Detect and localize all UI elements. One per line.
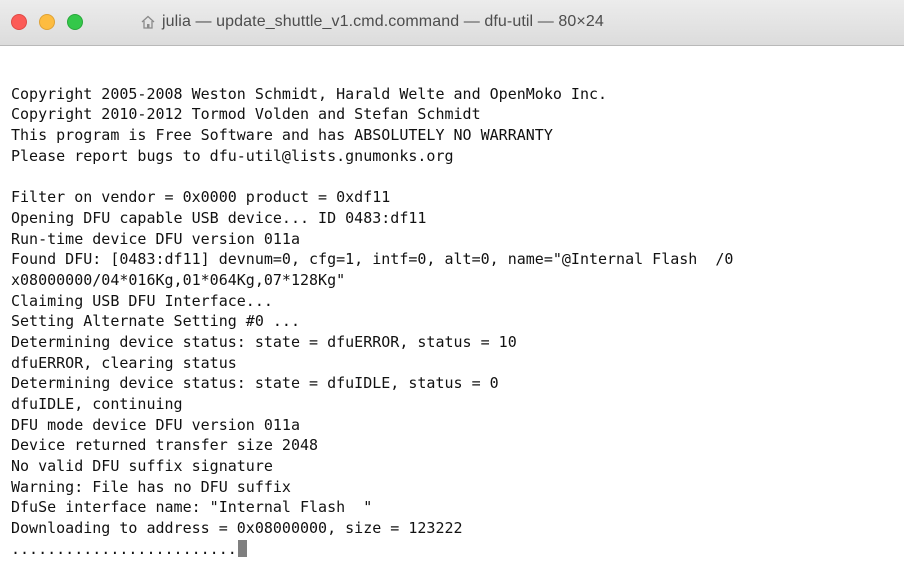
terminal-line-text: This program is Free Software and has AB…: [11, 126, 553, 145]
terminal-line-text: No valid DFU suffix signature: [11, 457, 273, 476]
terminal-line-text: Copyright 2005-2008 Weston Schmidt, Hara…: [11, 84, 608, 103]
terminal-line-text: Determining device status: state = dfuID…: [11, 374, 499, 393]
window-title-group: julia — update_shuttle_v1.cmd.command — …: [140, 11, 604, 33]
terminal-line: This program is Free Software and has AB…: [11, 125, 904, 146]
terminal-line-text: Copyright 2010-2012 Tormod Volden and St…: [11, 105, 481, 124]
terminal-line-text: Determining device status: state = dfuER…: [11, 332, 517, 351]
terminal-line: Filter on vendor = 0x0000 product = 0xdf…: [11, 187, 904, 208]
terminal-line-text: Claiming USB DFU Interface...: [11, 291, 273, 310]
terminal-line: Device returned transfer size 2048: [11, 435, 904, 456]
terminal-line: Claiming USB DFU Interface...: [11, 291, 904, 312]
terminal-line: No valid DFU suffix signature: [11, 456, 904, 477]
terminal-line-text: DFU mode device DFU version 011a: [11, 415, 300, 434]
terminal-line-text: Found DFU: [0483:df11] devnum=0, cfg=1, …: [11, 250, 734, 269]
zoom-button[interactable]: [67, 14, 83, 30]
terminal-line: Opening DFU capable USB device... ID 048…: [11, 208, 904, 229]
terminal-output[interactable]: Copyright 2005-2008 Weston Schmidt, Hara…: [11, 63, 904, 583]
terminal-line: Setting Alternate Setting #0 ...: [11, 311, 904, 332]
terminal-line: DFU mode device DFU version 011a: [11, 415, 904, 436]
terminal-line: Please report bugs to dfu-util@lists.gnu…: [11, 146, 904, 167]
terminal-window: julia — update_shuttle_v1.cmd.command — …: [0, 0, 904, 583]
terminal-line-text: DfuSe interface name: "Internal Flash ": [11, 498, 373, 517]
terminal-line: Warning: File has no DFU suffix: [11, 477, 904, 498]
terminal-line: .........................: [11, 539, 904, 560]
terminal-line: Copyright 2010-2012 Tormod Volden and St…: [11, 104, 904, 125]
terminal-line: dfuERROR, clearing status: [11, 353, 904, 374]
minimize-button[interactable]: [39, 14, 55, 30]
terminal-line-text: Please report bugs to dfu-util@lists.gnu…: [11, 146, 454, 165]
terminal-line: DfuSe interface name: "Internal Flash ": [11, 497, 904, 518]
terminal-line: Found DFU: [0483:df11] devnum=0, cfg=1, …: [11, 249, 904, 270]
terminal-line: Determining device status: state = dfuER…: [11, 332, 904, 353]
terminal-line-text: Run-time device DFU version 011a: [11, 229, 300, 248]
terminal-line-text: Setting Alternate Setting #0 ...: [11, 312, 300, 331]
home-icon: [140, 14, 156, 30]
terminal-line: dfuIDLE, continuing: [11, 394, 904, 415]
terminal-line: Run-time device DFU version 011a: [11, 229, 904, 250]
close-button[interactable]: [11, 14, 27, 30]
terminal-line: Copyright 2005-2008 Weston Schmidt, Hara…: [11, 84, 904, 105]
terminal-line-text: dfuERROR, clearing status: [11, 353, 237, 372]
terminal-line-text: dfuIDLE, continuing: [11, 395, 183, 413]
terminal-line-text: .........................: [11, 539, 237, 558]
terminal-line: Downloading to address = 0x08000000, siz…: [11, 518, 904, 539]
text-cursor: [237, 539, 247, 557]
terminal-line-text: Opening DFU capable USB device... ID 048…: [11, 208, 427, 227]
window-title: julia — update_shuttle_v1.cmd.command — …: [162, 13, 604, 30]
terminal-line-text: Filter on vendor = 0x0000 product = 0xdf…: [11, 188, 391, 207]
terminal-line: x08000000/04*016Kg,01*064Kg,07*128Kg": [11, 270, 904, 291]
terminal-line-text: Device returned transfer size 2048: [11, 436, 319, 455]
terminal-line-text: x08000000/04*016Kg,01*064Kg,07*128Kg": [11, 270, 346, 289]
title-bar[interactable]: julia — update_shuttle_v1.cmd.command — …: [0, 0, 904, 46]
terminal-line-text: Warning: File has no DFU suffix: [11, 477, 291, 496]
terminal-line-text: Downloading to address = 0x08000000, siz…: [11, 519, 463, 538]
terminal-line: Determining device status: state = dfuID…: [11, 373, 904, 394]
